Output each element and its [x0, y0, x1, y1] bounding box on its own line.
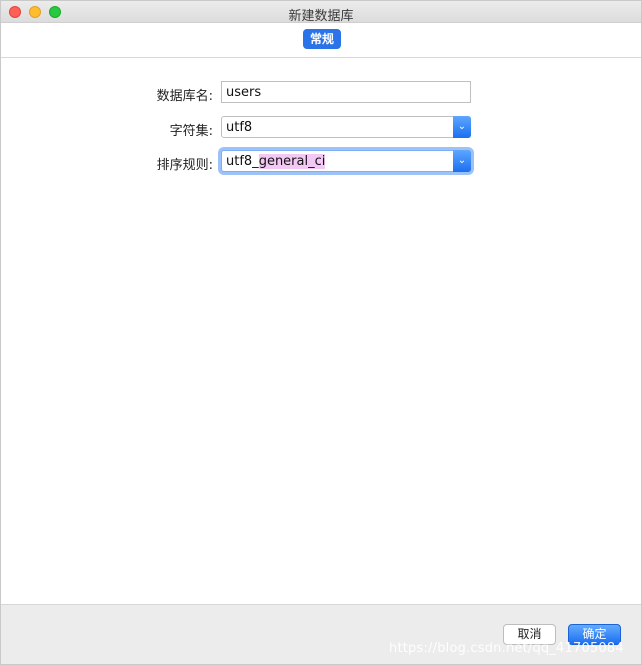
charset-select[interactable]: utf8 ⌄: [221, 116, 471, 138]
charset-label: 字符集:: [169, 124, 213, 139]
watermark-text: https://blog.csdn.net/qq_41705084: [389, 641, 624, 656]
footer-bar: 取消 确定 https://blog.csdn.net/qq_41705084: [1, 604, 641, 664]
collation-prefix: utf8_: [226, 154, 259, 169]
database-name-input[interactable]: [221, 81, 471, 103]
tab-general[interactable]: 常规: [303, 29, 341, 49]
chevron-down-icon[interactable]: ⌄: [453, 150, 471, 172]
titlebar[interactable]: 新建数据库: [1, 1, 641, 24]
collation-select[interactable]: utf8_general_ci ⌄: [221, 150, 471, 172]
chevron-down-icon[interactable]: ⌄: [453, 116, 471, 138]
charset-value: utf8: [226, 120, 253, 135]
tab-bar: 常规: [1, 23, 641, 58]
database-name-label: 数据库名:: [156, 89, 213, 104]
collation-highlight: general_ci: [258, 154, 326, 169]
collation-value: utf8_general_ci: [226, 154, 326, 169]
window-title: 新建数据库: [288, 9, 354, 24]
collation-label: 排序规则:: [156, 158, 213, 173]
new-database-window: 新建数据库 常规 数据库名: 字符集: utf8 ⌄ 排序规则: utf8_ge…: [0, 0, 642, 665]
